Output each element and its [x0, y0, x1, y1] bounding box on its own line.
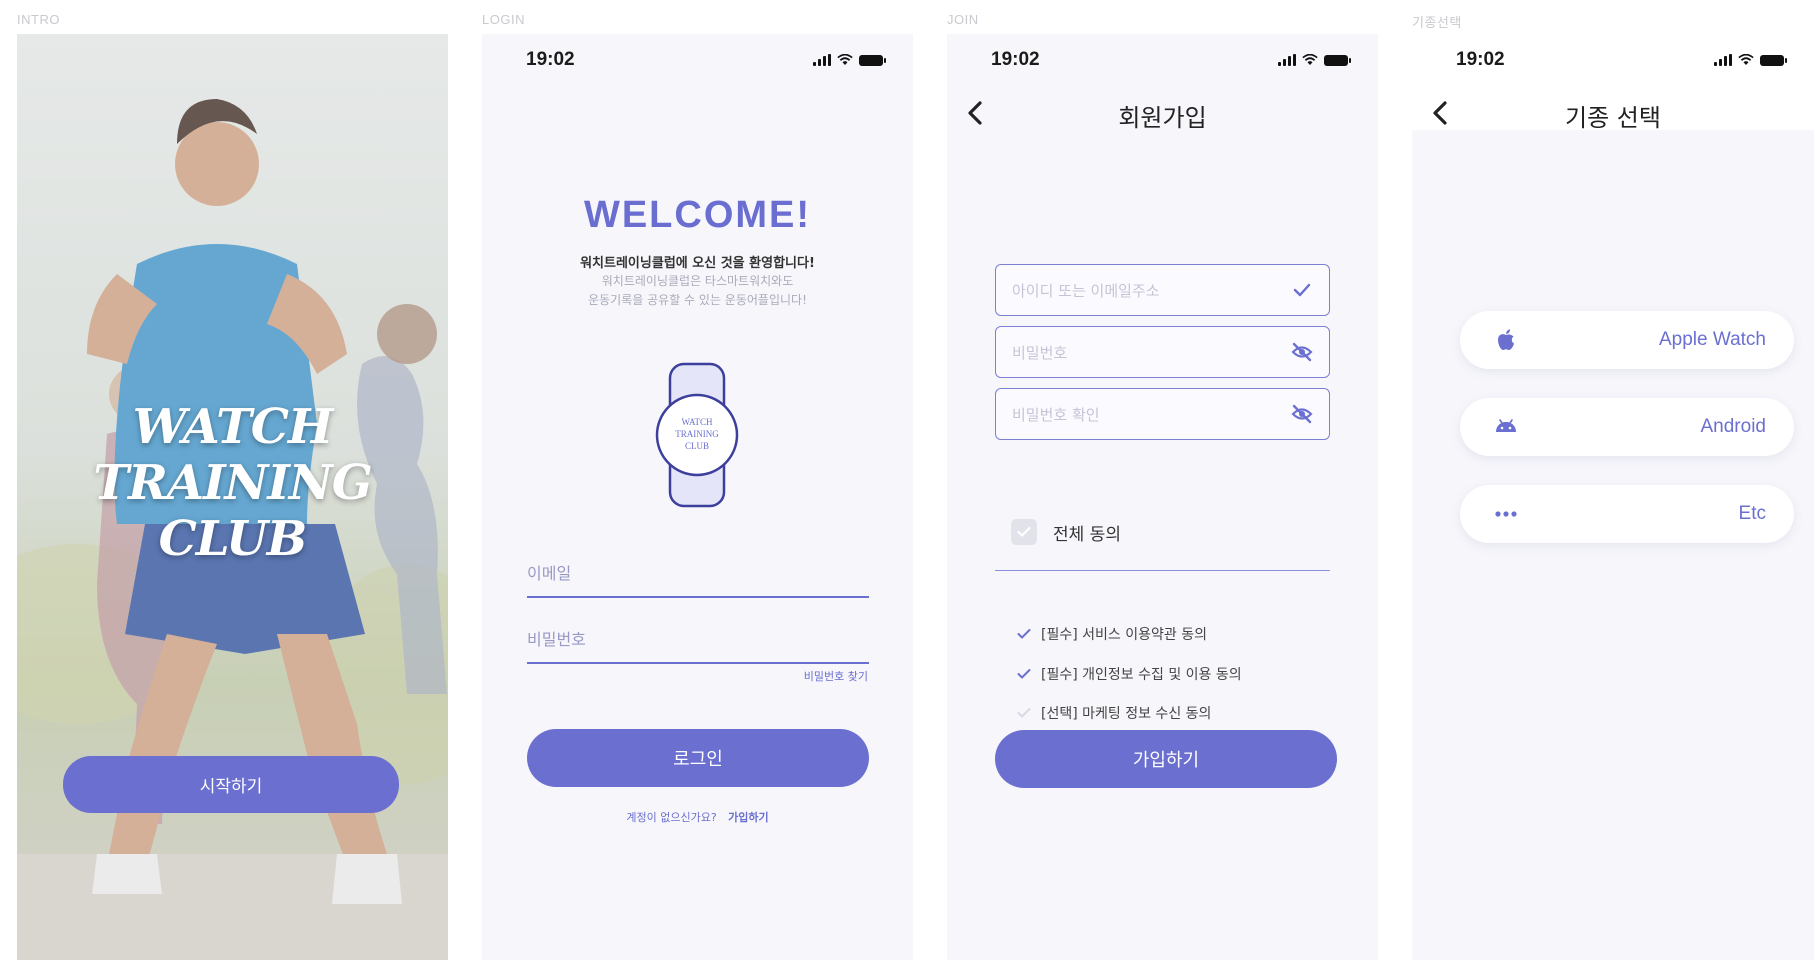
email-field[interactable]: 이메일 [527, 548, 869, 598]
status-bar: 19:02 [1456, 48, 1787, 72]
apple-icon [1498, 329, 1514, 350]
frame-label-login: LOGIN [482, 12, 525, 27]
status-time: 19:02 [991, 49, 1040, 70]
check-icon [1017, 708, 1031, 718]
term-item-marketing[interactable]: [선택] 마케팅 정보 수신 동의 [1017, 703, 1211, 723]
term-item-privacy[interactable]: [필수] 개인정보 수집 및 이용 동의 [1017, 664, 1242, 684]
signup-prompt: 계정이 없으신가요? 가입하기 [482, 809, 913, 825]
id-email-input[interactable]: 아이디 또는 이메일주소 [995, 264, 1330, 316]
frame-label-join: JOIN [947, 12, 979, 27]
watch-logo-text-2: TRAINING [675, 429, 719, 439]
device-option-etc[interactable]: Etc [1460, 485, 1794, 543]
no-account-text: 계정이 없으신가요? [626, 811, 717, 824]
wifi-icon [1738, 54, 1754, 65]
watch-logo-icon: WATCH TRAINING CLUB [655, 362, 739, 508]
password-confirm-input[interactable]: 비밀번호 확인 [995, 388, 1330, 440]
intro-title-line2: TRAINING CLUB [93, 455, 373, 567]
signal-icon [1278, 54, 1296, 66]
welcome-heading: WELCOME! [583, 194, 812, 236]
join-screen: 19:02 회원가입 아이디 또는 이메일주소 비밀번호 비밀번호 확인 전체 … [947, 34, 1378, 960]
device-select-screen: 19:02 기종 선택 Apple Watch Android Etc [1412, 34, 1814, 960]
intro-screen: WATCH TRAINING CLUB 시작하기 [17, 34, 448, 960]
agree-all-row[interactable]: 전체 동의 [1011, 519, 1121, 545]
more-dots-icon [1495, 511, 1517, 517]
password-input[interactable]: 비밀번호 [995, 326, 1330, 378]
signup-link[interactable]: 가입하기 [728, 811, 768, 824]
term-label: [선택] 마케팅 정보 수신 동의 [1041, 706, 1212, 722]
join-button[interactable]: 가입하기 [995, 730, 1337, 788]
login-button[interactable]: 로그인 [527, 729, 869, 787]
status-time: 19:02 [526, 49, 575, 70]
check-icon [1017, 526, 1031, 538]
check-icon [1293, 283, 1311, 297]
device-option-label: Etc [1738, 503, 1766, 524]
password-confirm-placeholder: 비밀번호 확인 [1012, 405, 1100, 424]
page-title: 기종 선택 [1565, 104, 1661, 132]
status-icons [1278, 54, 1351, 66]
eye-off-icon[interactable] [1291, 341, 1313, 363]
divider [995, 570, 1330, 571]
welcome-desc-line1: 워치트레이닝클럽은 타스마트워치와도 [601, 274, 794, 288]
agree-all-label: 전체 동의 [1053, 524, 1121, 545]
id-email-placeholder: 아이디 또는 이메일주소 [1012, 281, 1160, 300]
welcome-desc-line2: 운동기록을 공유할 수 있는 운동어플입니다! [588, 293, 807, 307]
welcome-description: 워치트레이닝클럽은 타스마트워치와도 운동기록을 공유할 수 있는 운동어플입니… [482, 272, 913, 310]
status-icons [813, 54, 886, 66]
status-bar: 19:02 [526, 48, 886, 72]
battery-icon [1324, 54, 1351, 66]
status-time: 19:02 [1456, 49, 1505, 70]
term-label: [필수] 개인정보 수집 및 이용 동의 [1041, 667, 1242, 683]
login-screen: 19:02 WELCOME! 워치트레이닝클럽에 오신 것을 환영합니다! 워치… [482, 34, 913, 960]
welcome-subtitle: 워치트레이닝클럽에 오신 것을 환영합니다! [580, 256, 815, 271]
device-option-label: Android [1700, 416, 1767, 437]
check-icon [1017, 669, 1031, 679]
intro-title-line1: WATCH [132, 399, 334, 455]
device-list-area [1412, 130, 1814, 960]
agree-all-checkbox[interactable] [1011, 519, 1037, 545]
join-header: 회원가입 [947, 86, 1378, 140]
watch-logo-text-3: CLUB [685, 441, 709, 451]
battery-icon [859, 54, 886, 66]
check-icon [1017, 629, 1031, 639]
android-icon [1496, 419, 1516, 432]
wifi-icon [1302, 54, 1318, 65]
eye-off-icon[interactable] [1291, 403, 1313, 425]
password-field[interactable]: 비밀번호 [527, 614, 869, 664]
watch-logo-text-1: WATCH [682, 417, 713, 427]
password-placeholder: 비밀번호 [527, 630, 586, 649]
battery-icon [1760, 54, 1787, 66]
signal-icon [1714, 54, 1732, 66]
signal-icon [813, 54, 831, 66]
device-option-android[interactable]: Android [1460, 398, 1794, 456]
intro-logo-title: WATCH TRAINING CLUB [17, 399, 448, 567]
page-title: 회원가입 [1118, 104, 1207, 132]
term-item-service[interactable]: [필수] 서비스 이용약관 동의 [1017, 624, 1207, 644]
start-button[interactable]: 시작하기 [63, 756, 399, 813]
wifi-icon [837, 54, 853, 65]
status-icons [1714, 54, 1787, 66]
frame-label-intro: INTRO [17, 12, 60, 27]
device-option-label: Apple Watch [1658, 329, 1766, 350]
find-password-link[interactable]: 비밀번호 찾기 [804, 668, 868, 684]
email-placeholder: 이메일 [527, 564, 572, 583]
status-bar: 19:02 [991, 48, 1351, 72]
password-placeholder: 비밀번호 [1012, 343, 1068, 362]
term-label: [필수] 서비스 이용약관 동의 [1041, 627, 1207, 643]
frame-label-device: 기종선택 [1412, 15, 1462, 30]
device-option-apple-watch[interactable]: Apple Watch [1460, 311, 1794, 369]
